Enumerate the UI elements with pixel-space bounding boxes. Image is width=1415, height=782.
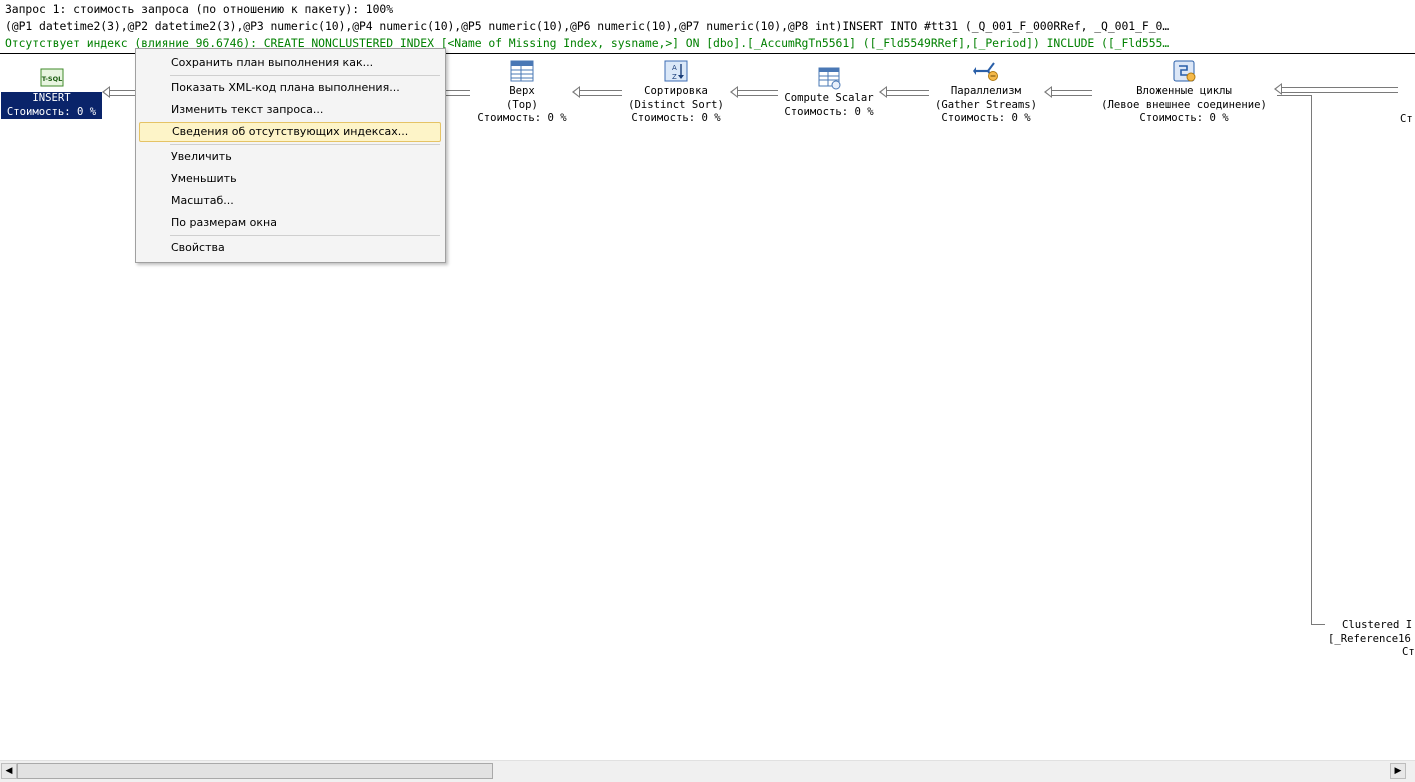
plan-node-sublabel: [_Reference16 <box>1328 632 1411 645</box>
menu-missing-index-details[interactable]: Сведения об отсутствующих индексах... <box>139 122 441 142</box>
plan-arrow <box>446 90 470 96</box>
plan-arrow <box>730 86 778 98</box>
plan-node-right-partial[interactable]: Ст <box>1400 113 1415 127</box>
plan-node-insert[interactable]: T-SQL INSERT Стоимость: 0 % <box>1 66 102 119</box>
plan-node-label: Параллелизм <box>950 85 1022 97</box>
plan-node-label: Clustered I <box>1342 619 1413 631</box>
arrow-right-icon: ▶ <box>1394 766 1402 776</box>
plan-connector <box>1311 624 1325 625</box>
menu-properties[interactable]: Свойства <box>139 238 441 258</box>
svg-text:A: A <box>672 64 677 72</box>
menu-zoom-out[interactable]: Уменьшить <box>139 169 441 189</box>
plan-arrow <box>572 86 622 98</box>
scroll-thumb[interactable] <box>17 763 493 779</box>
menu-separator <box>170 144 440 145</box>
plan-arrow <box>1274 83 1398 95</box>
plan-node-cost: Стоимость: 0 % <box>631 112 721 124</box>
query-cost-line: Запрос 1: стоимость запроса (по отношени… <box>5 2 394 16</box>
plan-node-cost: Стоимость: 0 % <box>1 105 102 119</box>
plan-node-cost: Стоимость: 0 % <box>1139 112 1229 124</box>
plan-node-cost: Ст <box>1400 113 1413 125</box>
parallelism-icon <box>973 59 999 83</box>
plan-node-label: Вложенные циклы <box>1136 85 1232 97</box>
plan-node-nested-loops[interactable]: Вложенные циклы (Левое внешнее соединени… <box>1096 59 1272 126</box>
plan-node-top[interactable]: Верх (Top) Стоимость: 0 % <box>472 59 572 126</box>
tsql-badge-text: T-SQL <box>41 75 62 83</box>
plan-node-sort[interactable]: A Z Сортировка (Distinct Sort) Стоимость… <box>624 59 728 126</box>
plan-node-parallelism[interactable]: Параллелизм (Gather Streams) Стоимость: … <box>931 59 1041 126</box>
plan-node-cost: Стоимость: 0 % <box>941 112 1031 124</box>
menu-separator <box>170 75 440 76</box>
sort-icon: A Z <box>663 59 689 83</box>
query-text-line: (@P1 datetime2(3),@P2 datetime2(3),@P3 n… <box>5 19 1170 33</box>
nested-loops-icon <box>1171 59 1197 83</box>
menu-separator <box>170 235 440 236</box>
menu-show-xml[interactable]: Показать XML-код плана выполнения... <box>139 78 441 98</box>
plan-node-clustered-index[interactable]: Clustered I [_Reference16 Ст <box>1328 619 1415 660</box>
menu-save-plan[interactable]: Сохранить план выполнения как... <box>139 53 441 73</box>
plan-arrow <box>879 86 929 98</box>
tsql-icon: T-SQL <box>39 66 65 90</box>
plan-connector <box>1277 95 1311 96</box>
plan-arrow <box>1044 86 1092 98</box>
plan-node-cost: Стоимость: 0 % <box>784 105 874 118</box>
menu-edit-query[interactable]: Изменить текст запроса... <box>139 100 441 120</box>
menu-zoom-to-fit[interactable]: По размерам окна <box>139 213 441 233</box>
context-menu: Сохранить план выполнения как... Показат… <box>135 48 446 263</box>
plan-arrow <box>102 86 138 98</box>
compute-scalar-icon <box>816 66 842 90</box>
plan-node-cost: Стоимость: 0 % <box>477 112 567 124</box>
horizontal-scrollbar[interactable]: ◀ ▶ <box>0 760 1415 782</box>
plan-node-sublabel: (Top) <box>506 98 538 111</box>
arrow-left-icon: ◀ <box>5 766 13 776</box>
plan-node-sublabel: (Gather Streams) <box>934 98 1038 111</box>
plan-node-sublabel: (Левое внешнее соединение) <box>1101 98 1267 111</box>
scroll-right-button[interactable]: ▶ <box>1390 763 1406 779</box>
plan-node-label: Compute Scalar <box>784 92 874 104</box>
table-icon <box>509 59 535 83</box>
plan-node-label: Верх <box>509 85 535 97</box>
plan-node-sublabel: (Distinct Sort) <box>628 98 724 111</box>
plan-node-label: Сортировка <box>644 85 708 97</box>
plan-node-cost: Ст <box>1402 646 1415 658</box>
menu-zoom-in[interactable]: Увеличить <box>139 147 441 167</box>
plan-connector <box>1311 95 1312 624</box>
svg-text:Z: Z <box>672 73 677 81</box>
menu-custom-zoom[interactable]: Масштаб... <box>139 191 441 211</box>
scroll-left-button[interactable]: ◀ <box>1 763 17 779</box>
plan-node-compute-scalar[interactable]: Compute Scalar Стоимость: 0 % <box>779 66 879 119</box>
plan-node-label: INSERT <box>1 92 102 106</box>
